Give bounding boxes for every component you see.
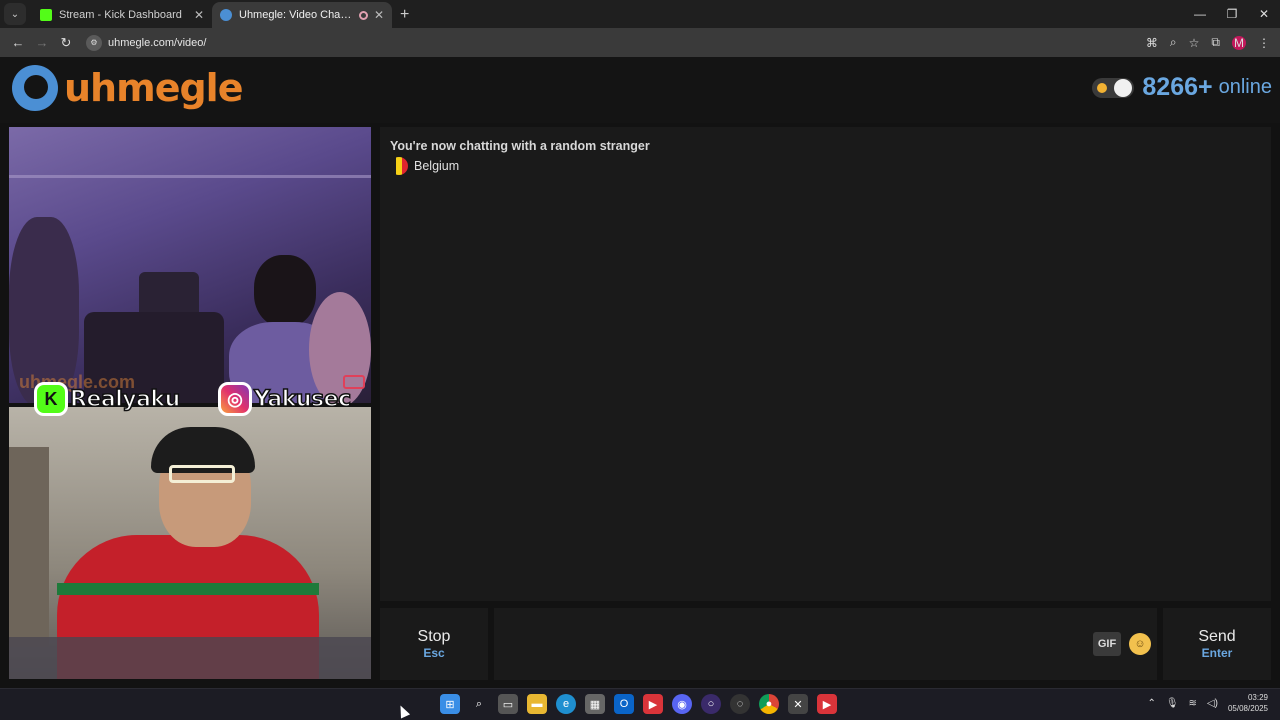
send-label: Send [1198, 628, 1236, 645]
online-indicator: 8266+ online [1092, 73, 1272, 102]
chat-status-message: You're now chatting with a random strang… [390, 139, 650, 153]
chat-log: You're now chatting with a random strang… [380, 127, 1271, 601]
chat-controls: Stop Esc GIF ☺ Send Enter [380, 608, 1271, 680]
taskview-icon[interactable]: ▭ [498, 694, 518, 714]
stop-button[interactable]: Stop Esc [380, 608, 488, 680]
site-header: uhmegle 8266+ online [0, 57, 1280, 123]
stranger-video: uhmegle.com [9, 127, 371, 403]
logo-bubble-icon [10, 63, 60, 113]
logo-text: uhmegle [64, 66, 243, 110]
microphone-icon[interactable]: 🎙 [1166, 698, 1179, 709]
restore-icon[interactable]: ❐ [1216, 7, 1248, 21]
new-tab-button[interactable]: + [400, 6, 409, 24]
file-explorer-icon[interactable]: ▬ [527, 694, 547, 714]
app-red-icon[interactable]: ▶ [643, 694, 663, 714]
self-video [9, 407, 371, 679]
windows-taskbar: ⊞ ⌕ ▭ ▬ e ▦ O ▶ ◉ ○ ◌ ● ✕ ▶ ⌃ 🎙 ≋ ◁) 03:… [0, 688, 1280, 720]
search-icon[interactable]: ⌕ [469, 694, 489, 714]
kick-handle-overlay: K Realyaku [34, 380, 181, 418]
stranger-country: Belgium [390, 157, 1261, 175]
clock-date: 05/08/2025 [1227, 704, 1268, 713]
tab-search-button[interactable]: ⌄ [4, 3, 26, 25]
send-hint: Enter [1201, 646, 1233, 660]
window-controls: — ❐ ✕ [1184, 0, 1280, 28]
online-count: 8266+ [1142, 73, 1213, 101]
translate-icon[interactable]: ⌘ [1146, 36, 1158, 50]
site-logo[interactable]: uhmegle [10, 63, 243, 113]
extensions-icon[interactable]: ⧉ [1211, 35, 1220, 50]
edge-icon[interactable]: e [556, 694, 576, 714]
uhmegle-favicon-icon [220, 9, 232, 21]
stop-label: Stop [417, 628, 451, 645]
toggle-knob [1114, 78, 1133, 97]
address-bar: ← → ↻ ⚙ uhmegle.com/video/ ⌘ ⌕ ☆ ⧉ M ⋮ [0, 28, 1280, 57]
chrome-icon[interactable]: ● [759, 694, 779, 714]
zoom-icon[interactable]: ⌕ [1170, 35, 1177, 50]
toolbar-actions: ⌘ ⌕ ☆ ⧉ M ⋮ [1146, 35, 1274, 50]
store-icon[interactable]: ▦ [585, 694, 605, 714]
chevron-up-icon[interactable]: ⌃ [1147, 698, 1155, 709]
kick-icon: K [34, 382, 68, 416]
bookmark-star-icon[interactable]: ☆ [1189, 36, 1200, 50]
windows-icon[interactable]: ⊞ [440, 694, 460, 714]
wifi-icon[interactable]: ≋ [1189, 698, 1197, 709]
stop-hint: Esc [423, 646, 445, 660]
reload-icon[interactable]: ↻ [54, 35, 78, 51]
glasses-shape [169, 465, 235, 483]
outlook-icon[interactable]: O [614, 694, 634, 714]
system-tray: ⌃ 🎙 ≋ ◁) 03:29 05/08/2025 [1147, 692, 1268, 714]
profile-avatar[interactable]: M [1232, 35, 1246, 50]
tab-title: Stream - Kick Dashboard [59, 9, 182, 21]
xbox-icon[interactable]: ✕ [788, 694, 808, 714]
message-input[interactable]: GIF ☺ [494, 608, 1157, 680]
kick-favicon-icon [40, 9, 52, 21]
app-red2-icon[interactable]: ▶ [817, 694, 837, 714]
kick-handle: Realyaku [69, 386, 181, 413]
volume-icon[interactable]: ◁) [1207, 698, 1218, 709]
tab-title: Uhmegle: Video Chat | Omegle Alternative [239, 9, 353, 21]
online-label: online [1218, 76, 1272, 98]
gif-button[interactable]: GIF [1093, 632, 1121, 656]
url-field[interactable]: ⚙ uhmegle.com/video/ [86, 32, 1116, 54]
discord-icon[interactable]: ◉ [672, 694, 692, 714]
site-info-icon[interactable]: ⚙ [86, 34, 102, 51]
recording-indicator-icon [358, 10, 368, 20]
app-purple-icon[interactable]: ○ [701, 694, 721, 714]
tab-uhmegle[interactable]: Uhmegle: Video Chat | Omegle Alternative… [212, 2, 392, 28]
close-tab-icon[interactable]: ✕ [374, 8, 384, 22]
sun-icon [1097, 82, 1108, 93]
minimize-icon[interactable]: — [1184, 7, 1216, 21]
clock-time: 03:29 [1247, 693, 1268, 702]
country-name: Belgium [414, 159, 460, 173]
browser-menu-icon[interactable]: ⋮ [1258, 36, 1270, 50]
instagram-icon: ◎ [218, 382, 252, 416]
emoji-icon[interactable]: ☺ [1129, 633, 1151, 655]
close-window-icon[interactable]: ✕ [1248, 7, 1280, 21]
instagram-handle: Yakusec [253, 386, 352, 413]
theme-toggle[interactable] [1092, 77, 1135, 98]
close-tab-icon[interactable]: ✕ [194, 8, 204, 22]
tab-kick-dashboard[interactable]: Stream - Kick Dashboard ✕ [32, 2, 212, 28]
app-circle-icon[interactable]: ◌ [730, 694, 750, 714]
send-button[interactable]: Send Enter [1163, 608, 1271, 680]
instagram-handle-overlay: ◎ Yakusec [218, 380, 352, 418]
taskbar-apps: ⊞ ⌕ ▭ ▬ e ▦ O ▶ ◉ ○ ◌ ● ✕ ▶ [440, 694, 837, 714]
back-icon[interactable]: ← [6, 35, 30, 50]
clock[interactable]: 03:29 05/08/2025 [1228, 692, 1268, 714]
url-text: uhmegle.com/video/ [108, 36, 207, 49]
belgium-flag-icon [390, 157, 408, 175]
forward-icon[interactable]: → [30, 35, 54, 50]
browser-tab-bar: ⌄ Stream - Kick Dashboard ✕ Uhmegle: Vid… [0, 0, 1280, 28]
